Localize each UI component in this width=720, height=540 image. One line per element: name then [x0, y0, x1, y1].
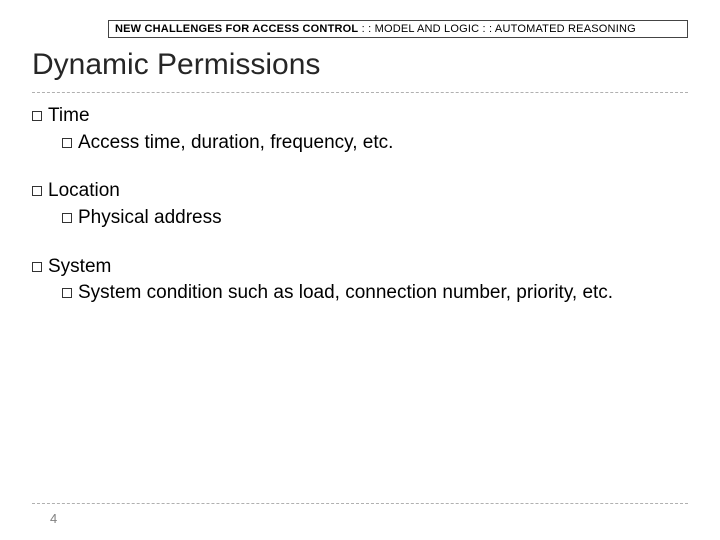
slide-body: Time Access time, duration, frequency, e… — [32, 100, 688, 306]
square-bullet-icon — [62, 138, 72, 148]
square-bullet-icon — [62, 288, 72, 298]
list-item: System — [32, 255, 688, 280]
breadcrumb-lead: NEW CHALLENGES FOR ACCESS CONTROL — [115, 23, 358, 35]
list-item: Location — [32, 179, 688, 204]
square-bullet-icon — [32, 262, 42, 272]
divider-bottom — [32, 503, 688, 504]
bullet-label: Access time, duration, frequency, etc. — [78, 132, 393, 153]
list-item: System condition such as load, connectio… — [62, 281, 688, 306]
page-title: Dynamic Permissions — [32, 48, 320, 82]
square-bullet-icon — [62, 213, 72, 223]
breadcrumb-rest: : : MODEL AND LOGIC : : AUTOMATED REASON… — [358, 23, 636, 35]
square-bullet-icon — [32, 186, 42, 196]
bullet-label: Time — [48, 105, 90, 126]
list-item: Time — [32, 104, 688, 129]
bullet-label: Physical address — [78, 207, 222, 228]
breadcrumb-header: NEW CHALLENGES FOR ACCESS CONTROL : : MO… — [108, 20, 688, 38]
square-bullet-icon — [32, 111, 42, 121]
divider-top — [32, 92, 688, 93]
list-item: Access time, duration, frequency, etc. — [62, 131, 688, 156]
bullet-label: System — [48, 256, 111, 277]
list-item: Physical address — [62, 206, 688, 231]
page-number: 4 — [50, 511, 57, 526]
bullet-label: System condition such as load, connectio… — [78, 282, 613, 303]
bullet-label: Location — [48, 180, 120, 201]
